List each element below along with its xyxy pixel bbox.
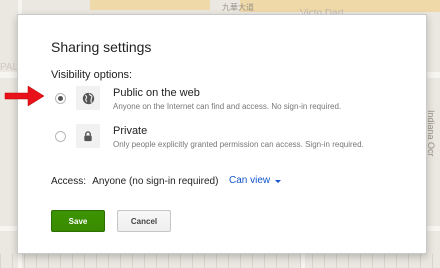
lock-icon [76,124,100,148]
dialog-title: Sharing settings [51,39,152,55]
radio-public[interactable] [55,93,66,104]
option-description: Anyone on the Internet can find and acce… [113,102,342,111]
red-arrow-icon [4,85,45,107]
option-title: Private [113,125,148,137]
map-block [90,0,210,10]
option-description: Only people explicitly granted permissio… [113,140,364,149]
option-public-on-web[interactable]: Public on the web Anyone on the Internet… [51,85,411,119]
map-label: Indiana Ocr [426,110,436,157]
save-button[interactable]: Save [51,210,105,232]
access-value: Anyone (no sign-in required) [92,176,219,187]
map-label: PAL [0,62,19,73]
radio-private[interactable] [55,131,66,142]
option-title: Public on the web [113,87,200,99]
globe-icon [76,86,100,110]
sharing-settings-dialog: Sharing settings Visibility options: Pub… [17,14,427,254]
access-label: Access: [51,176,87,187]
cancel-button[interactable]: Cancel [117,210,171,232]
option-private[interactable]: Private Only people explicitly granted p… [51,123,411,157]
map-label: 九華大道 [222,3,254,12]
permission-label: Can view [229,175,271,186]
chevron-down-icon [275,179,282,183]
visibility-options-label: Visibility options: [51,69,133,81]
map-ruler [0,254,440,268]
access-summary: Access: Anyone (no sign-in required) [51,176,218,187]
permission-dropdown[interactable]: Can view [229,175,282,186]
